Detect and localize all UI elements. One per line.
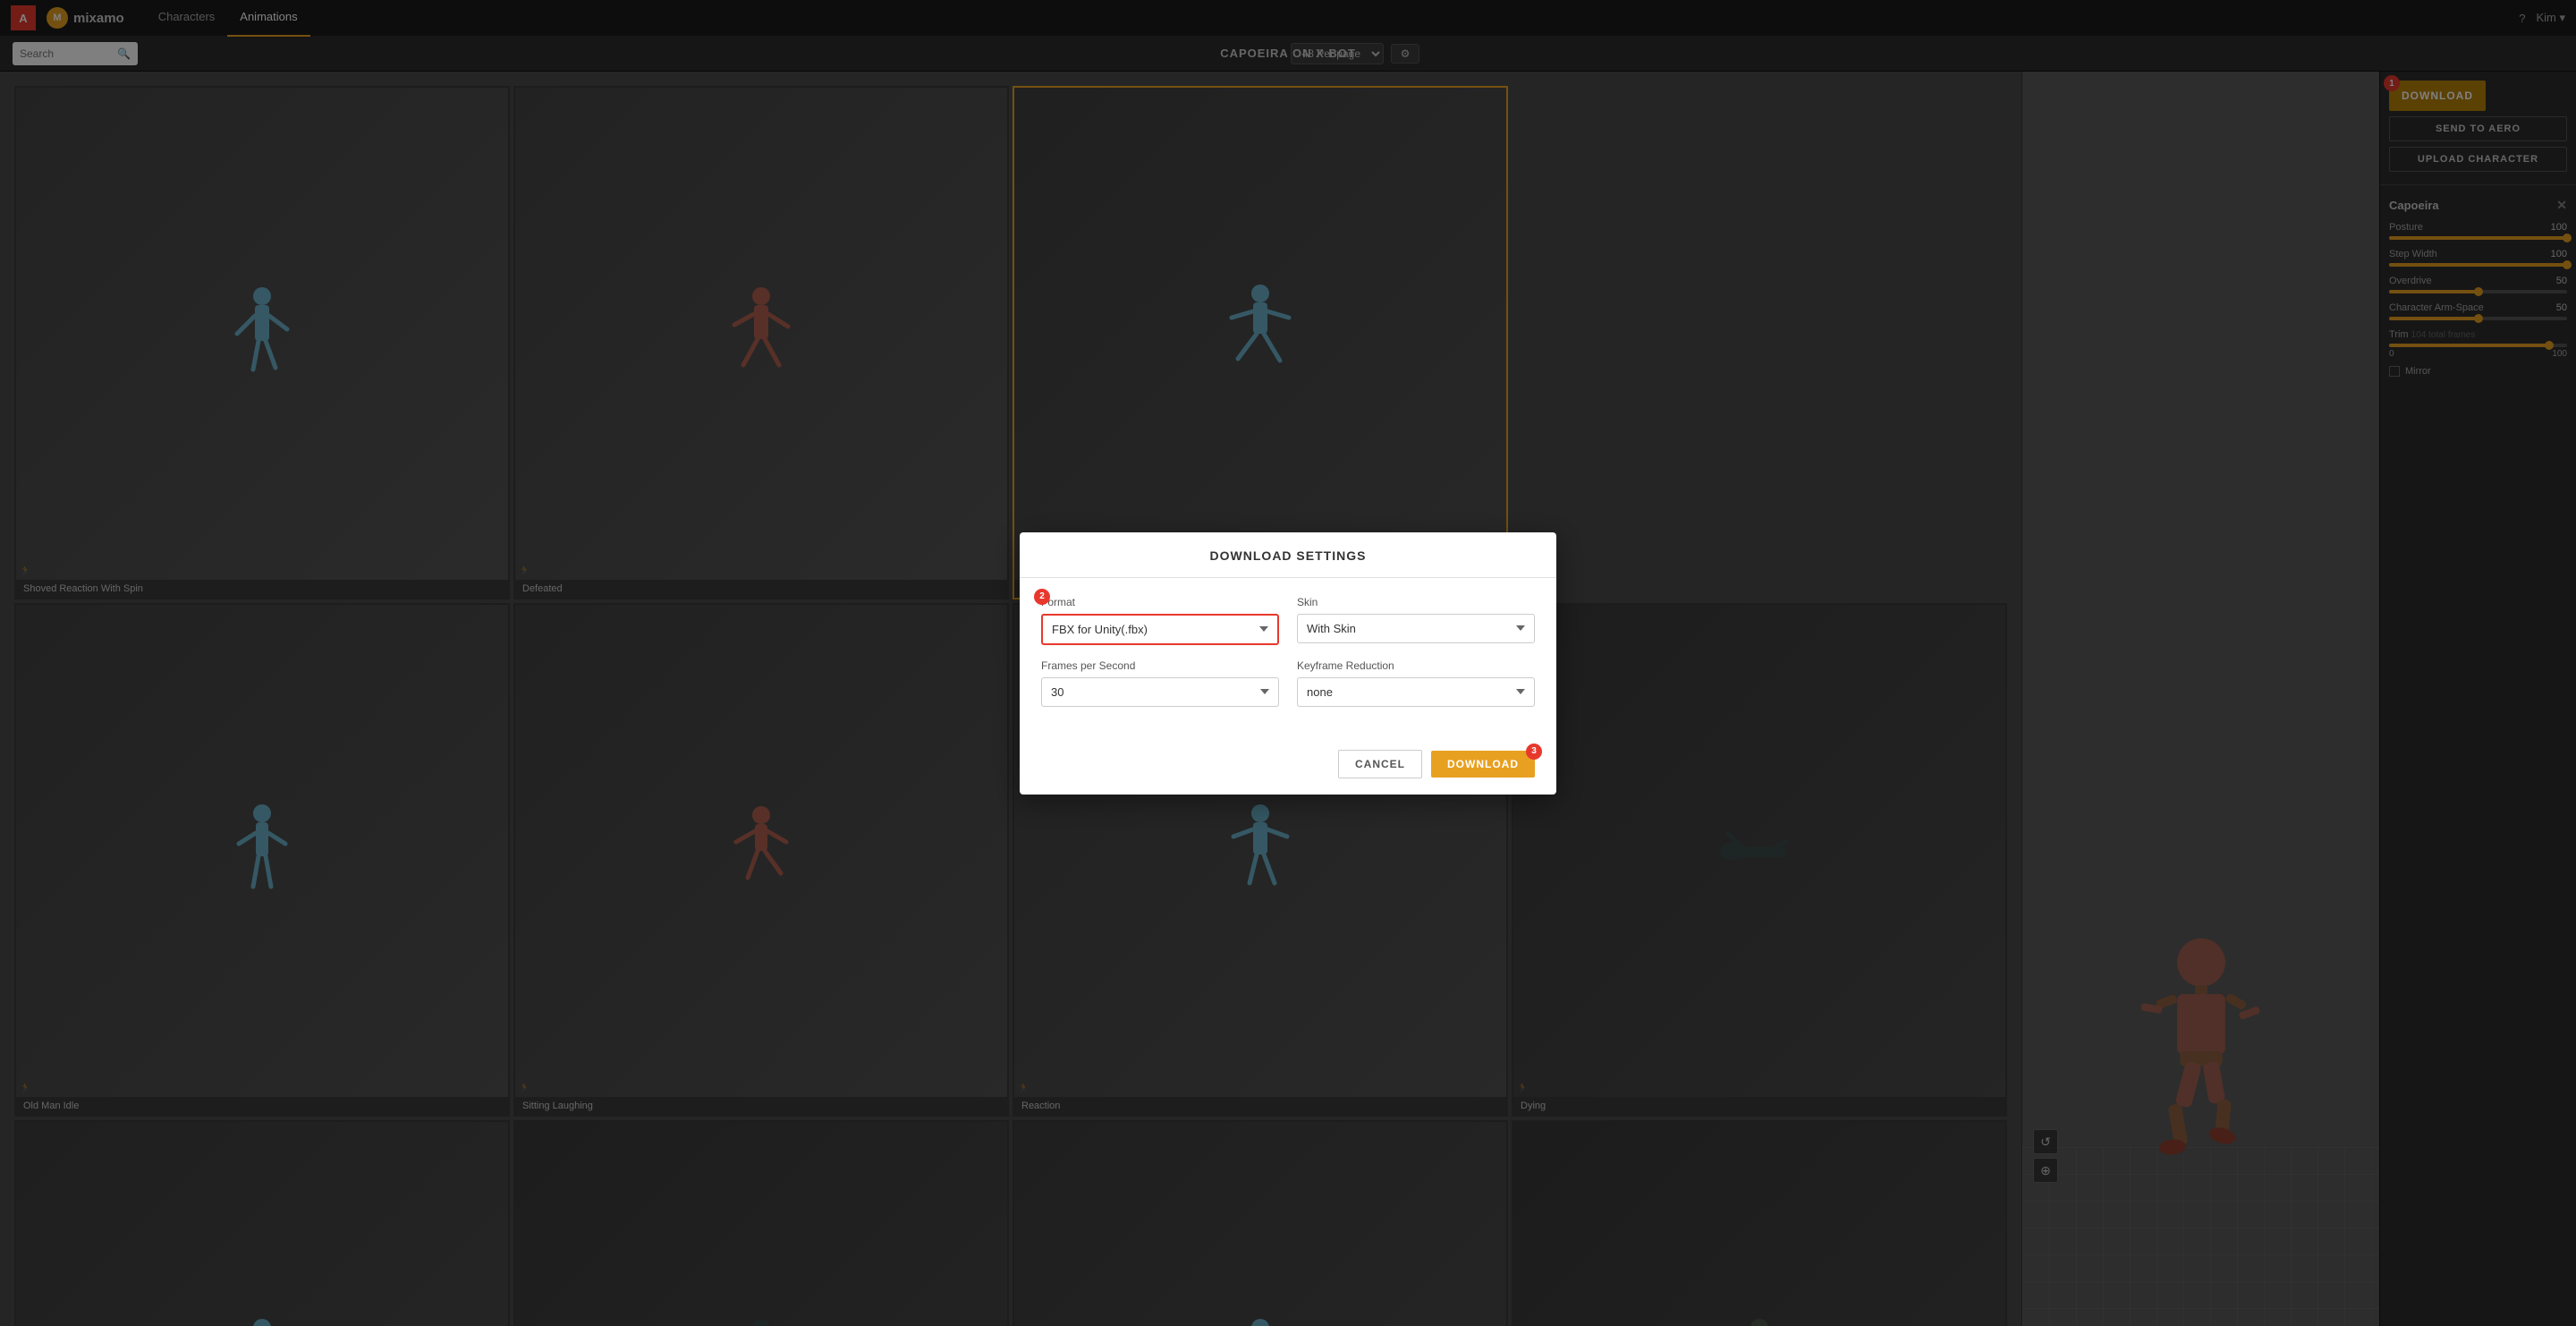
format-label: Format: [1041, 596, 1279, 608]
fps-select[interactable]: 24 30 60: [1041, 677, 1279, 707]
download-settings-modal: DOWNLOAD SETTINGS 2 Format FBX for Unity…: [1020, 532, 1556, 795]
cancel-button[interactable]: CANCEL: [1338, 750, 1422, 778]
modal-overlay[interactable]: DOWNLOAD SETTINGS 2 Format FBX for Unity…: [0, 0, 2576, 1326]
keyframe-label: Keyframe Reduction: [1297, 659, 1535, 672]
modal-footer: CANCEL DOWNLOAD 3: [1020, 739, 1556, 795]
modal-header: DOWNLOAD SETTINGS: [1020, 532, 1556, 578]
modal-row-fps-keyframe: Frames per Second 24 30 60 Keyframe Redu…: [1041, 659, 1535, 707]
modal-field-keyframe: Keyframe Reduction none uniform adaptive: [1297, 659, 1535, 707]
modal-download-badge: 3: [1526, 744, 1542, 760]
modal-download-button[interactable]: DOWNLOAD: [1431, 751, 1535, 778]
modal-row-format-skin: 2 Format FBX for Unity(.fbx) FBX(.fbx) C…: [1041, 596, 1535, 645]
modal-field-fps: Frames per Second 24 30 60: [1041, 659, 1279, 707]
modal-title: DOWNLOAD SETTINGS: [1210, 548, 1367, 563]
skin-select[interactable]: With Skin Without Skin: [1297, 614, 1535, 643]
skin-label: Skin: [1297, 596, 1535, 608]
keyframe-select[interactable]: none uniform adaptive: [1297, 677, 1535, 707]
format-step-badge: 2: [1034, 589, 1050, 605]
format-select[interactable]: FBX for Unity(.fbx) FBX(.fbx) Collada(.d…: [1041, 614, 1279, 645]
modal-body: 2 Format FBX for Unity(.fbx) FBX(.fbx) C…: [1020, 578, 1556, 739]
modal-field-format: 2 Format FBX for Unity(.fbx) FBX(.fbx) C…: [1041, 596, 1279, 645]
modal-field-skin: Skin With Skin Without Skin: [1297, 596, 1535, 645]
fps-label: Frames per Second: [1041, 659, 1279, 672]
